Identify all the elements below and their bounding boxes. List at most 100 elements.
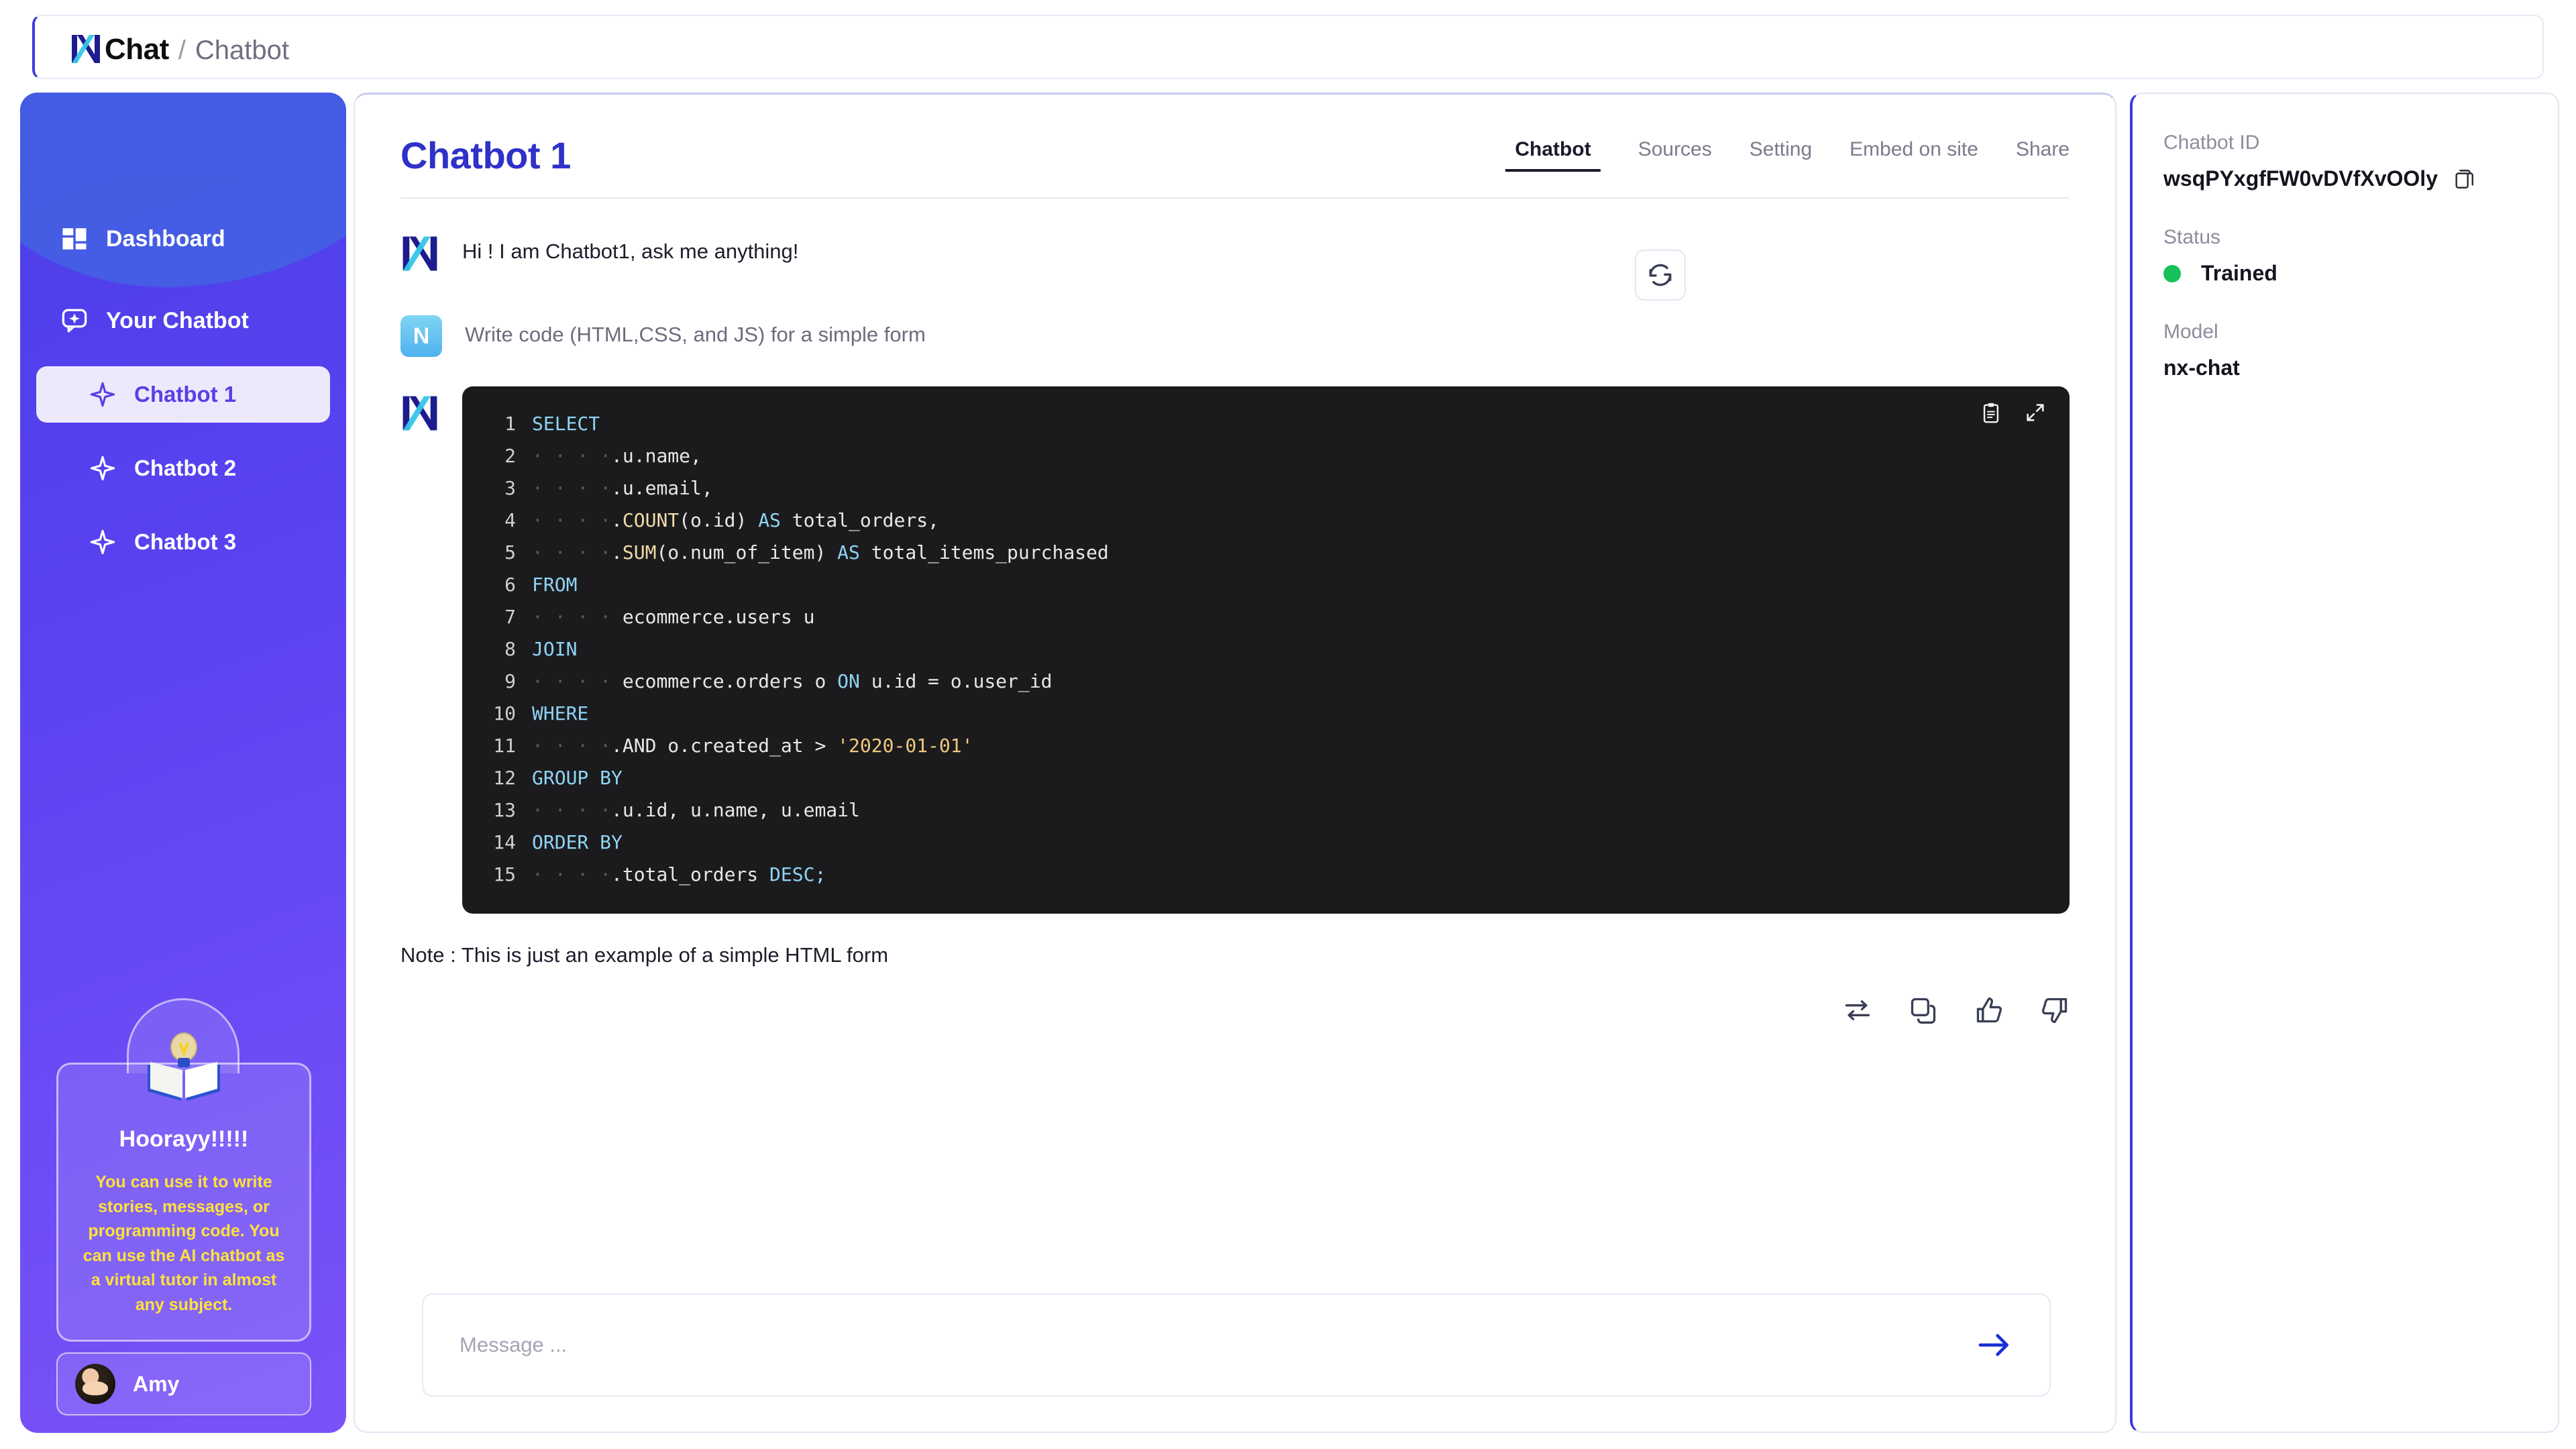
sidebar-item-your-chatbot[interactable]: Your Chatbot: [36, 292, 330, 349]
line-number: 15: [493, 863, 516, 885]
code-line: 13 · · · · .u.id, u.name, u.email: [474, 794, 2070, 826]
line-number: 5: [504, 541, 516, 564]
refresh-icon: [1649, 264, 1672, 286]
code-token: '2020-01-01': [837, 735, 973, 757]
thumbs-up-icon[interactable]: [1974, 996, 2004, 1025]
model-value: nx-chat: [2163, 356, 2240, 380]
nx-logo-mark-icon: [402, 236, 437, 271]
code-line: 4 · · · ·. COUNT (o.id) AS total_orders,: [474, 504, 2070, 537]
code-token: DESC;: [769, 863, 826, 885]
sidebar-nav: Dashboard Your Chatbot Chatbot 1 Chatbot…: [20, 93, 346, 570]
indent-guide: · · · ·: [532, 541, 612, 564]
code-token: SUM: [622, 541, 657, 564]
indent-guide: · · · ·: [532, 477, 612, 499]
breadcrumb-separator: /: [178, 35, 186, 65]
sidebar-item-label: Chatbot 1: [134, 382, 237, 407]
indent-guide: · · · ·: [532, 509, 612, 531]
indent-guide: · · · ·: [532, 735, 612, 757]
message-composer[interactable]: [422, 1293, 2051, 1397]
copy-icon[interactable]: [1909, 996, 1938, 1025]
dashboard-grid-icon: [62, 228, 87, 250]
code-token: JOIN: [532, 638, 578, 660]
expand-icon[interactable]: [2024, 401, 2047, 424]
avatar: [75, 1364, 115, 1404]
thumbs-down-icon[interactable]: [2040, 996, 2070, 1025]
code-line: 10 WHERE: [474, 698, 2070, 730]
chat-thread: Hi ! I am Chatbot1, ask me anything! N W…: [355, 227, 2115, 914]
indent-guide: · · · ·: [532, 863, 612, 885]
code-token: .: [611, 509, 623, 531]
status-badge: Trained: [2201, 261, 2277, 285]
line-number: 12: [493, 767, 516, 789]
nx-logo-mark-icon: [402, 396, 437, 431]
code-token: GROUP BY: [532, 767, 623, 789]
book-lightbulb-icon: [148, 1032, 220, 1101]
sidebar-item-label: Dashboard: [106, 225, 225, 252]
tab-chatbot[interactable]: Chatbot: [1505, 138, 1601, 172]
code-line: 6 FROM: [474, 569, 2070, 601]
tab-embed-on-site[interactable]: Embed on site: [1849, 138, 1978, 172]
info-panel: Chatbot ID wsqPYxgfFW0vDVfXvOOly Status …: [2130, 93, 2559, 1433]
chat-sparkle-icon: [62, 309, 87, 333]
code-token: SELECT: [532, 413, 600, 435]
code-token: AS: [758, 509, 781, 531]
code-token: COUNT: [622, 509, 680, 531]
user-name: Amy: [133, 1371, 180, 1396]
line-number: 13: [493, 799, 516, 821]
line-number: 8: [504, 638, 516, 660]
indent-guide: · · · ·: [532, 445, 612, 467]
tab-setting[interactable]: Setting: [1750, 138, 1812, 172]
sidebar-item-dashboard[interactable]: Dashboard: [36, 211, 330, 267]
brand-name: Chat: [105, 32, 169, 66]
promo-title: Hoorayy!!!!!: [119, 1126, 249, 1152]
code-line: 2 · · · · .u.name,: [474, 440, 2070, 472]
main-panel: Chatbot 1 Chatbot Sources Setting Embed …: [354, 93, 2116, 1433]
code-line: 3 · · · · .u.email,: [474, 472, 2070, 504]
sidebar-item-chatbot-3[interactable]: Chatbot 3: [36, 514, 330, 570]
message-text: Write code (HTML,CSS, and JS) for a simp…: [465, 323, 926, 346]
code-note: Note : This is just an example of a simp…: [400, 943, 889, 967]
message-input[interactable]: [460, 1333, 1976, 1357]
line-number: 11: [493, 735, 516, 757]
sparkle-icon: [90, 529, 115, 555]
brand: Chat / Chatbot: [70, 28, 289, 66]
code-token: ORDER BY: [532, 831, 623, 853]
code-token: ecommerce.orders o: [611, 670, 838, 692]
send-arrow-icon[interactable]: [1976, 1326, 2013, 1364]
code-token: ecommerce.users u: [611, 606, 815, 628]
copy-icon[interactable]: [2453, 168, 2475, 191]
message-user: N Write code (HTML,CSS, and JS) for a si…: [400, 310, 2070, 357]
line-number: 1: [504, 413, 516, 435]
feedback-bar: [355, 996, 2115, 1025]
status-label: Status: [2163, 226, 2221, 248]
clipboard-icon[interactable]: [1980, 401, 2002, 424]
code-token: WHERE: [532, 702, 589, 724]
code-token: .total_orders: [611, 863, 770, 885]
tab-sources[interactable]: Sources: [1638, 138, 1712, 172]
nx-logo-mark-icon: [72, 34, 100, 63]
line-number: 4: [504, 509, 516, 531]
line-number: 9: [504, 670, 516, 692]
refresh-button[interactable]: [1635, 250, 1686, 301]
sparkle-icon: [90, 455, 115, 481]
code-line: 5 · · · ·. SUM (o.num_of_item) AS total_ite…: [474, 537, 2070, 569]
code-token: total_items_purchased: [859, 541, 1109, 564]
code-line: 15 · · · · .total_orders DESC;: [474, 859, 2070, 891]
code-token: (o.id): [679, 509, 759, 531]
chatbot-id-label: Chatbot ID: [2163, 131, 2260, 154]
tab-share[interactable]: Share: [2016, 138, 2070, 172]
top-bar: Chat / Chatbot: [32, 15, 2544, 79]
status-dot-icon: [2163, 264, 2181, 282]
line-number: 10: [493, 702, 516, 724]
chatbot-id-block: Chatbot ID wsqPYxgfFW0vDVfXvOOly: [2163, 131, 2527, 191]
line-number: 3: [504, 477, 516, 499]
sidebar-user[interactable]: Amy: [56, 1352, 311, 1415]
regenerate-icon[interactable]: [1843, 996, 1872, 1025]
logout-button[interactable]: Logout: [56, 1428, 196, 1433]
breadcrumb: Chatbot: [195, 35, 290, 65]
chatbot-id-value: wsqPYxgfFW0vDVfXvOOly: [2163, 166, 2438, 191]
sparkle-icon: [90, 382, 115, 407]
sidebar-item-chatbot-1[interactable]: Chatbot 1: [36, 366, 330, 423]
sidebar-item-chatbot-2[interactable]: Chatbot 2: [36, 440, 330, 496]
sidebar: Dashboard Your Chatbot Chatbot 1 Chatbot…: [20, 93, 346, 1433]
